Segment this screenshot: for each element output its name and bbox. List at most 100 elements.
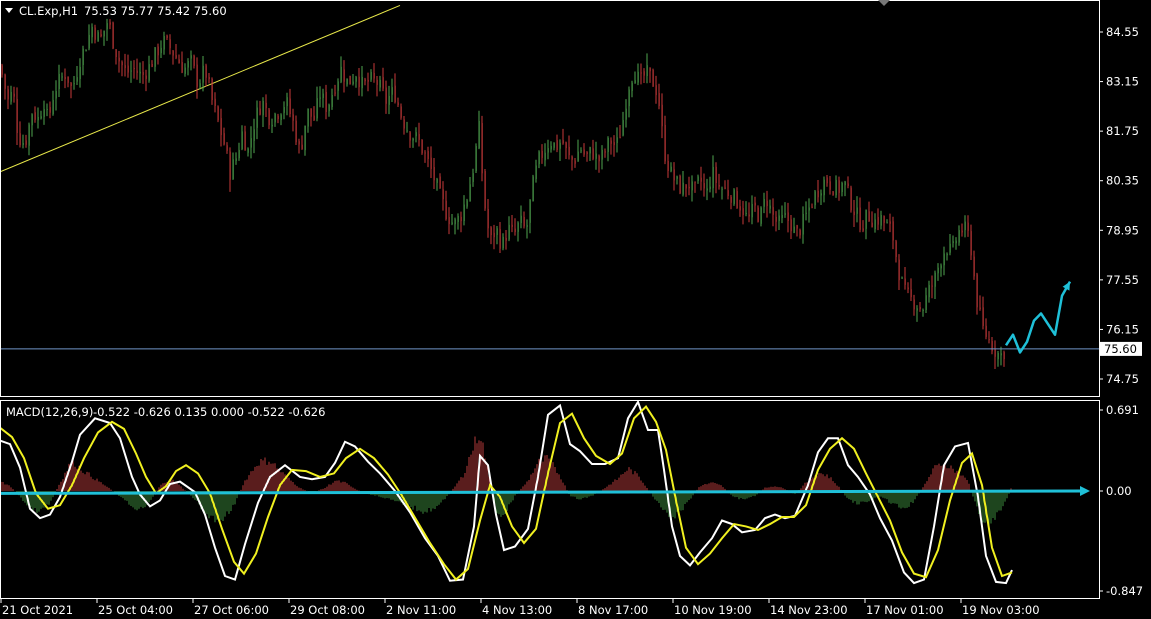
candle-body [661,104,663,127]
candle-body [163,36,165,50]
candle-body [457,215,459,222]
candle-body [556,140,558,150]
candle-body [514,228,516,233]
candle-body [172,50,174,56]
symbol-label: CL.Exp,H1 [19,4,78,18]
candle-body [805,212,807,214]
candle-body [733,189,735,204]
candle-body [367,79,369,82]
candle-body [499,229,501,249]
candle-body [397,102,399,106]
candle-body [34,112,36,120]
candle-body [541,150,543,158]
candle-body [184,67,186,74]
candle-body [205,65,207,78]
candle-body [670,166,672,172]
candle-body [841,182,843,193]
macd-axis-label: 0.691 [1106,403,1139,417]
price-axis-label: 83.15 [1106,75,1139,89]
candle-body [181,62,183,73]
time-axis-label: 14 Nov 23:00 [770,603,848,617]
candle-body [199,83,201,88]
candle-body [394,85,396,103]
time-axis-label: 21 Oct 2021 [2,603,73,617]
candle-body [460,216,462,222]
candle-body [346,78,348,85]
candle-body [379,79,381,88]
candle-body [766,200,768,207]
candle-body [655,85,657,96]
candle-body [610,140,612,144]
candle-body [547,148,549,153]
candle-body [958,230,960,243]
candle-body [616,137,618,144]
candle-body [898,259,900,281]
candle-body [472,173,474,182]
candle-body [448,217,450,225]
candle-body [451,222,453,224]
candle-body [901,277,903,279]
candle-body [520,215,522,224]
candle-body [238,149,240,159]
candle-body [853,211,855,216]
candle-body [301,144,303,150]
candle-body [328,104,330,112]
candle-body [634,80,636,84]
candle-body [1003,352,1005,360]
candle-body [583,149,585,155]
chart-window[interactable]: 84.55 83.15 81.75 80.35 78.95 77.55 76.15 74.75… [0,0,1151,619]
candle-body [115,49,117,58]
candle-body [112,22,114,49]
candle-body [415,132,417,137]
candle-body [406,130,408,132]
price-axis-label: 81.75 [1106,124,1139,138]
candle [679,174,681,195]
candle-body [826,177,828,184]
candle [532,174,534,202]
candle-body [595,153,597,159]
candle-body [364,79,366,82]
candle-body [361,76,363,89]
candle-body [859,207,861,230]
candle-body [808,207,810,211]
candle-body [811,206,813,208]
candle-body [745,213,747,215]
candle-body [592,148,594,159]
candle-body [988,339,990,341]
time-axis-label: 10 Nov 19:00 [674,603,752,617]
candle-body [445,200,447,219]
candle-body [382,77,384,89]
candle-body [289,98,291,115]
candle-body [121,61,123,66]
candle-body [187,61,189,68]
candle-body [967,222,969,231]
candle-body [589,147,591,154]
candle-body [700,177,702,182]
candle-body [352,81,354,84]
candle-body [667,160,669,172]
candle-body [568,146,570,156]
candle-body [949,243,951,253]
candle-body [223,133,225,145]
candle-body [241,131,243,150]
candle-body [907,287,909,290]
candle-body [118,57,120,62]
candle-body [19,133,21,146]
candle-body [880,215,882,226]
candle-body [835,179,837,196]
candle-body [43,109,45,117]
candle-body [358,76,360,88]
candle-body [103,30,105,37]
candle-body [256,107,258,128]
candle-body [910,289,912,298]
candle-body [862,228,864,231]
candle-body [790,219,792,232]
candle-body [31,114,33,126]
candle-body [526,225,528,227]
candle-body [829,181,831,190]
candle-body [802,214,804,235]
candle-body [937,267,939,274]
candle-body [283,107,285,113]
candle-body [487,208,489,229]
candle [481,115,483,182]
